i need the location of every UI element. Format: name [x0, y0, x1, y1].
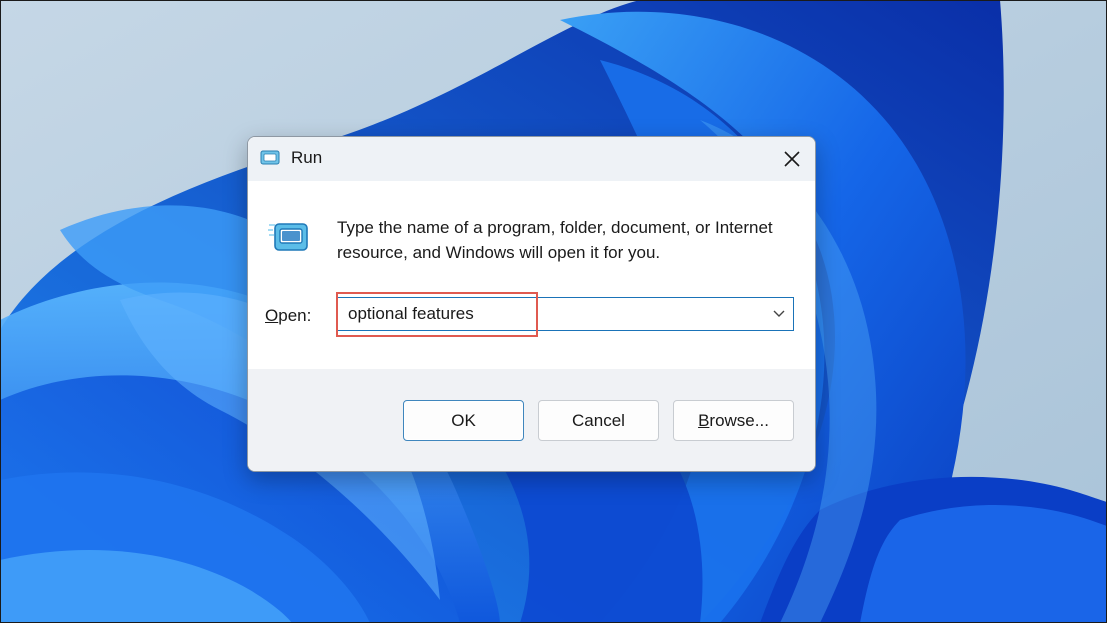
browse-label: rowse...: [709, 410, 769, 430]
dialog-body: Type the name of a program, folder, docu…: [248, 181, 815, 369]
browse-button[interactable]: Browse...: [673, 400, 794, 441]
close-icon: [784, 151, 800, 167]
run-dialog: Run Type the name of a program, folder, …: [247, 136, 816, 472]
close-button[interactable]: [769, 137, 815, 181]
window-title: Run: [291, 148, 323, 167]
open-label-accelerator: O: [265, 306, 279, 325]
open-combobox[interactable]: [336, 297, 794, 331]
open-input[interactable]: [337, 298, 757, 330]
cancel-button[interactable]: Cancel: [538, 400, 659, 441]
open-label-text: pen:: [278, 306, 312, 325]
open-label: Open:: [265, 306, 311, 326]
ok-button[interactable]: OK: [403, 400, 524, 441]
run-app-icon: [260, 150, 280, 165]
browse-accelerator: B: [698, 410, 710, 430]
dialog-description: Type the name of a program, folder, docu…: [337, 218, 773, 262]
chevron-down-icon[interactable]: [771, 307, 787, 321]
title-bar[interactable]: Run: [248, 137, 815, 181]
dialog-footer: OK Cancel Browse...: [248, 369, 815, 471]
run-app-icon: [268, 223, 308, 251]
